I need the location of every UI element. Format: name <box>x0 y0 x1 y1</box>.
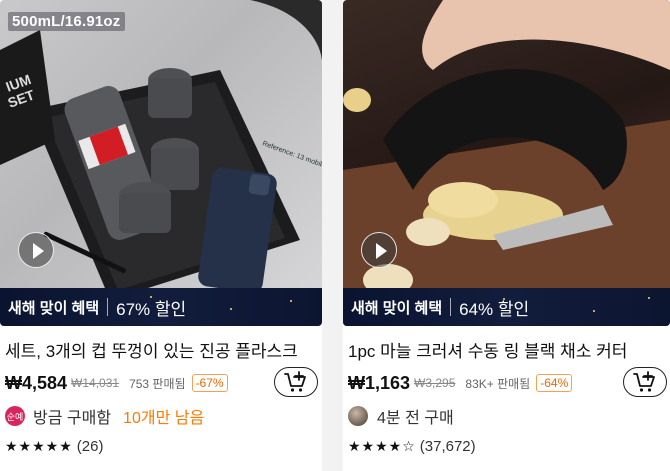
purchase-status: 순예 방금 구매함 10개만 남음 <box>5 405 204 427</box>
original-price: ₩14,031 <box>71 376 120 390</box>
discount-badge: -64% <box>536 374 573 392</box>
buyer-avatar <box>348 406 368 426</box>
stock-warning: 10개만 남음 <box>123 410 205 427</box>
review-count: (26) <box>76 437 104 455</box>
recent-purchase: 4분 전 구매 <box>377 410 454 427</box>
price-row: ₩4,584 ₩14,031 753 판매됨 -67% <box>5 370 228 396</box>
rating: ★★★★☆ (37,672) <box>348 436 476 456</box>
add-to-cart-icon <box>284 371 306 392</box>
promo-tag: 새해 맞이 혜택 <box>8 299 100 317</box>
promo-discount: 64% 할인 <box>459 299 530 319</box>
current-price: ₩4,584 <box>5 372 68 393</box>
play-icon[interactable] <box>18 232 54 268</box>
product-photo-garlic-crusher <box>343 0 670 300</box>
review-count: (37,672) <box>419 437 476 455</box>
capacity-label: 500mL/16.91oz <box>8 12 125 31</box>
product-card-2[interactable]: 새해 맞이 혜택 64% 할인 1pc 마늘 크러셔 수동 링 블랙 채소 커터… <box>343 0 670 471</box>
product-image[interactable]: Reference: 13 mobile phones IUM SET 500m… <box>0 0 322 326</box>
add-to-cart-icon <box>633 371 655 392</box>
promo-discount: 67% 할인 <box>116 299 187 319</box>
star-rating-icon: ★★★★☆ <box>348 437 416 454</box>
product-card-1[interactable]: Reference: 13 mobile phones IUM SET 500m… <box>0 0 322 471</box>
recent-purchase: 방금 구매함 <box>33 410 112 427</box>
promo-divider <box>450 298 452 316</box>
purchase-status: 4분 전 구매 <box>348 405 454 427</box>
add-to-cart-button[interactable] <box>274 367 318 397</box>
play-icon[interactable] <box>361 232 397 268</box>
add-to-cart-button[interactable] <box>623 367 667 397</box>
promo-banner: 새해 맞이 혜택 67% 할인 <box>0 288 322 326</box>
product-image[interactable]: 새해 맞이 혜택 64% 할인 <box>343 0 670 326</box>
promo-banner: 새해 맞이 혜택 64% 할인 <box>343 288 670 326</box>
seller-badge: 순예 <box>5 406 25 426</box>
price-row: ₩1,163 ₩3,295 83K+ 판매됨 -64% <box>348 370 573 396</box>
sold-count: 753 판매됨 <box>129 376 186 391</box>
svg-text:Reference: 13 mobile phones: Reference: 13 mobile phones <box>261 140 322 178</box>
product-title[interactable]: 세트, 3개의 컵 뚜껑이 있는 진공 플라스크 <box>5 337 315 362</box>
current-price: ₩1,163 <box>348 372 411 393</box>
rating: ★★★★★ (26) <box>5 436 103 456</box>
promo-tag: 새해 맞이 혜택 <box>351 299 443 317</box>
original-price: ₩3,295 <box>414 376 456 390</box>
product-photo-flask-set: Reference: 13 mobile phones IUM SET <box>0 0 322 300</box>
sold-count: 83K+ 판매됨 <box>465 376 531 391</box>
discount-badge: -67% <box>191 374 228 392</box>
product-title[interactable]: 1pc 마늘 크러셔 수동 링 블랙 채소 커터 <box>348 337 663 362</box>
promo-divider <box>107 298 109 316</box>
star-rating-icon: ★★★★★ <box>5 437 73 454</box>
